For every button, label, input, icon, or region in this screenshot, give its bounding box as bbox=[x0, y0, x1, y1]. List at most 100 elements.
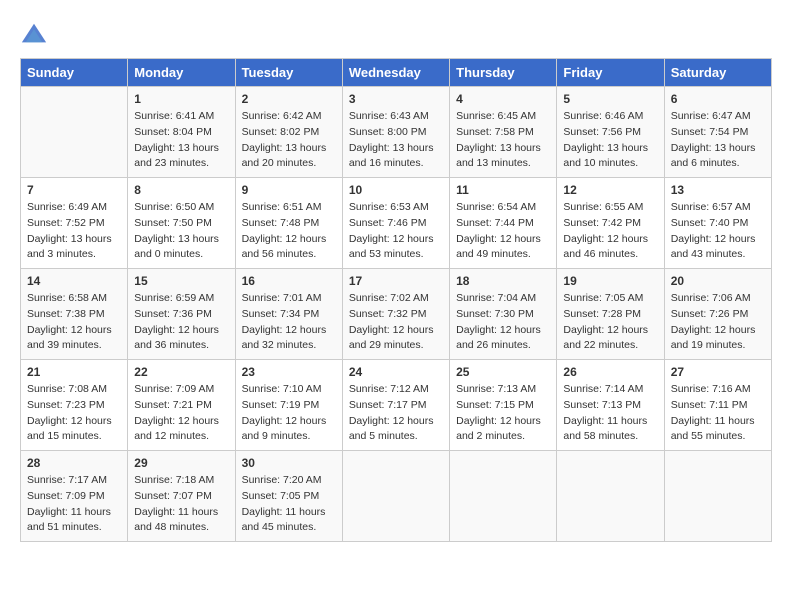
day-number: 24 bbox=[349, 365, 443, 379]
weekday-header-row: SundayMondayTuesdayWednesdayThursdayFrid… bbox=[21, 59, 772, 87]
day-number: 18 bbox=[456, 274, 550, 288]
calendar-week-row: 28 Sunrise: 7:17 AMSunset: 7:09 PMDayligh… bbox=[21, 451, 772, 542]
day-number: 29 bbox=[134, 456, 228, 470]
day-info: Sunrise: 7:12 AMSunset: 7:17 PMDaylight:… bbox=[349, 382, 443, 445]
calendar-cell: 12Sunrise: 6:55 AMSunset: 7:42 PMDayligh… bbox=[557, 178, 664, 269]
calendar-table: SundayMondayTuesdayWednesdayThursdayFrid… bbox=[20, 58, 772, 542]
day-number: 21 bbox=[27, 365, 121, 379]
day-number: 4 bbox=[456, 92, 550, 106]
day-info: Sunrise: 6:54 AMSunset: 7:44 PMDaylight:… bbox=[456, 200, 550, 263]
day-number: 27 bbox=[671, 365, 765, 379]
day-number: 20 bbox=[671, 274, 765, 288]
calendar-cell bbox=[557, 451, 664, 542]
calendar-cell: 14 Sunrise: 6:58 AMSunset: 7:38 PMDayligh… bbox=[21, 269, 128, 360]
calendar-cell: 4 Sunrise: 6:45 AMSunset: 7:58 PMDaylight… bbox=[450, 87, 557, 178]
calendar-cell: 23 Sunrise: 7:10 AMSunset: 7:19 PMDayligh… bbox=[235, 360, 342, 451]
calendar-cell: 13 Sunrise: 6:57 AMSunset: 7:40 PMDayligh… bbox=[664, 178, 771, 269]
calendar-cell: 8 Sunrise: 6:50 AMSunset: 7:50 PMDaylight… bbox=[128, 178, 235, 269]
calendar-cell: 10 Sunrise: 6:53 AMSunset: 7:46 PMDayligh… bbox=[342, 178, 449, 269]
calendar-cell: 3Sunrise: 6:43 AMSunset: 8:00 PMDaylight… bbox=[342, 87, 449, 178]
page-header bbox=[20, 20, 772, 48]
day-info: Sunrise: 6:50 AMSunset: 7:50 PMDaylight:… bbox=[134, 200, 228, 263]
weekday-header-sunday: Sunday bbox=[21, 59, 128, 87]
day-info: Sunrise: 6:51 AMSunset: 7:48 PMDaylight:… bbox=[242, 200, 336, 263]
logo bbox=[20, 20, 52, 48]
calendar-cell: 18 Sunrise: 7:04 AMSunset: 7:30 PMDayligh… bbox=[450, 269, 557, 360]
day-number: 3 bbox=[349, 92, 443, 106]
calendar-cell bbox=[342, 451, 449, 542]
day-number: 14 bbox=[27, 274, 121, 288]
day-number: 15 bbox=[134, 274, 228, 288]
day-number: 11 bbox=[456, 183, 550, 197]
day-number: 28 bbox=[27, 456, 121, 470]
calendar-week-row: 21 Sunrise: 7:08 AMSunset: 7:23 PMDayligh… bbox=[21, 360, 772, 451]
calendar-cell: 5Sunrise: 6:46 AMSunset: 7:56 PMDaylight… bbox=[557, 87, 664, 178]
calendar-cell: 16 Sunrise: 7:01 AMSunset: 7:34 PMDayligh… bbox=[235, 269, 342, 360]
day-info: Sunrise: 7:10 AMSunset: 7:19 PMDaylight:… bbox=[242, 382, 336, 445]
day-info: Sunrise: 7:20 AMSunset: 7:05 PMDaylight:… bbox=[242, 473, 336, 536]
calendar-cell: 6Sunrise: 6:47 AMSunset: 7:54 PMDaylight… bbox=[664, 87, 771, 178]
day-number: 6 bbox=[671, 92, 765, 106]
day-number: 30 bbox=[242, 456, 336, 470]
day-info: Sunrise: 6:45 AMSunset: 7:58 PMDaylight:… bbox=[456, 109, 550, 172]
day-number: 16 bbox=[242, 274, 336, 288]
weekday-header-monday: Monday bbox=[128, 59, 235, 87]
day-info: Sunrise: 7:08 AMSunset: 7:23 PMDaylight:… bbox=[27, 382, 121, 445]
calendar-cell: 17 Sunrise: 7:02 AMSunset: 7:32 PMDayligh… bbox=[342, 269, 449, 360]
calendar-cell: 1 Sunrise: 6:41 AMSunset: 8:04 PMDaylight… bbox=[128, 87, 235, 178]
calendar-cell: 27Sunrise: 7:16 AMSunset: 7:11 PMDayligh… bbox=[664, 360, 771, 451]
day-number: 25 bbox=[456, 365, 550, 379]
weekday-header-wednesday: Wednesday bbox=[342, 59, 449, 87]
day-info: Sunrise: 7:01 AMSunset: 7:34 PMDaylight:… bbox=[242, 291, 336, 354]
calendar-cell: 29 Sunrise: 7:18 AMSunset: 7:07 PMDayligh… bbox=[128, 451, 235, 542]
day-number: 9 bbox=[242, 183, 336, 197]
day-info: Sunrise: 7:04 AMSunset: 7:30 PMDaylight:… bbox=[456, 291, 550, 354]
day-info: Sunrise: 6:58 AMSunset: 7:38 PMDaylight:… bbox=[27, 291, 121, 354]
calendar-cell: 7 Sunrise: 6:49 AMSunset: 7:52 PMDaylight… bbox=[21, 178, 128, 269]
weekday-header-tuesday: Tuesday bbox=[235, 59, 342, 87]
day-info: Sunrise: 6:49 AMSunset: 7:52 PMDaylight:… bbox=[27, 200, 121, 263]
calendar-cell: 24 Sunrise: 7:12 AMSunset: 7:17 PMDayligh… bbox=[342, 360, 449, 451]
calendar-cell: 15 Sunrise: 6:59 AMSunset: 7:36 PMDayligh… bbox=[128, 269, 235, 360]
calendar-cell: 30 Sunrise: 7:20 AMSunset: 7:05 PMDayligh… bbox=[235, 451, 342, 542]
calendar-cell bbox=[450, 451, 557, 542]
day-number: 23 bbox=[242, 365, 336, 379]
calendar-cell: 28 Sunrise: 7:17 AMSunset: 7:09 PMDayligh… bbox=[21, 451, 128, 542]
calendar-body: 1 Sunrise: 6:41 AMSunset: 8:04 PMDaylight… bbox=[21, 87, 772, 542]
day-info: Sunrise: 7:14 AMSunset: 7:13 PMDaylight:… bbox=[563, 382, 657, 445]
day-info: Sunrise: 6:42 AMSunset: 8:02 PMDaylight:… bbox=[242, 109, 336, 172]
day-number: 10 bbox=[349, 183, 443, 197]
calendar-week-row: 1 Sunrise: 6:41 AMSunset: 8:04 PMDaylight… bbox=[21, 87, 772, 178]
day-number: 19 bbox=[563, 274, 657, 288]
day-info: Sunrise: 6:59 AMSunset: 7:36 PMDaylight:… bbox=[134, 291, 228, 354]
calendar-cell: 9 Sunrise: 6:51 AMSunset: 7:48 PMDaylight… bbox=[235, 178, 342, 269]
day-number: 1 bbox=[134, 92, 228, 106]
calendar-cell bbox=[664, 451, 771, 542]
day-number: 22 bbox=[134, 365, 228, 379]
day-number: 8 bbox=[134, 183, 228, 197]
weekday-header-saturday: Saturday bbox=[664, 59, 771, 87]
calendar-cell: 21 Sunrise: 7:08 AMSunset: 7:23 PMDayligh… bbox=[21, 360, 128, 451]
calendar-cell: 20 Sunrise: 7:06 AMSunset: 7:26 PMDayligh… bbox=[664, 269, 771, 360]
day-info: Sunrise: 7:13 AMSunset: 7:15 PMDaylight:… bbox=[456, 382, 550, 445]
calendar-week-row: 7 Sunrise: 6:49 AMSunset: 7:52 PMDaylight… bbox=[21, 178, 772, 269]
day-info: Sunrise: 7:06 AMSunset: 7:26 PMDaylight:… bbox=[671, 291, 765, 354]
day-number: 17 bbox=[349, 274, 443, 288]
day-info: Sunrise: 7:18 AMSunset: 7:07 PMDaylight:… bbox=[134, 473, 228, 536]
calendar-cell bbox=[21, 87, 128, 178]
day-info: Sunrise: 7:17 AMSunset: 7:09 PMDaylight:… bbox=[27, 473, 121, 536]
day-info: Sunrise: 6:41 AMSunset: 8:04 PMDaylight:… bbox=[134, 109, 228, 172]
calendar-week-row: 14 Sunrise: 6:58 AMSunset: 7:38 PMDayligh… bbox=[21, 269, 772, 360]
day-number: 2 bbox=[242, 92, 336, 106]
calendar-cell: 25 Sunrise: 7:13 AMSunset: 7:15 PMDayligh… bbox=[450, 360, 557, 451]
day-info: Sunrise: 6:53 AMSunset: 7:46 PMDaylight:… bbox=[349, 200, 443, 263]
day-info: Sunrise: 6:55 AMSunset: 7:42 PMDaylight:… bbox=[563, 200, 657, 263]
calendar-cell: 11 Sunrise: 6:54 AMSunset: 7:44 PMDayligh… bbox=[450, 178, 557, 269]
day-number: 13 bbox=[671, 183, 765, 197]
day-info: Sunrise: 6:57 AMSunset: 7:40 PMDaylight:… bbox=[671, 200, 765, 263]
weekday-header-friday: Friday bbox=[557, 59, 664, 87]
calendar-cell: 2 Sunrise: 6:42 AMSunset: 8:02 PMDaylight… bbox=[235, 87, 342, 178]
day-info: Sunrise: 6:46 AMSunset: 7:56 PMDaylight:… bbox=[563, 109, 657, 172]
day-info: Sunrise: 7:02 AMSunset: 7:32 PMDaylight:… bbox=[349, 291, 443, 354]
day-number: 7 bbox=[27, 183, 121, 197]
